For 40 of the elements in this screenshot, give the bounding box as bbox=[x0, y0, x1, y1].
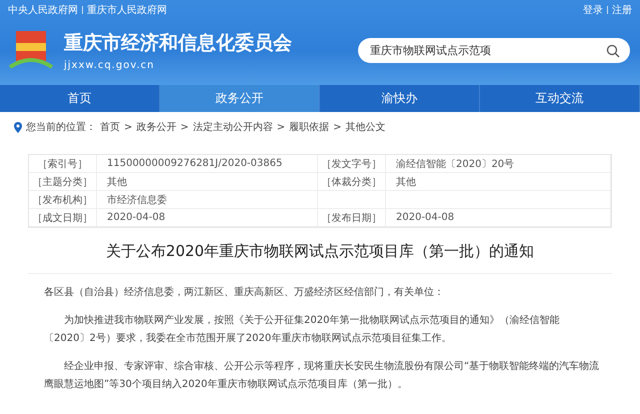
field-value: 渝经信智能〔2020〕20号 bbox=[386, 155, 611, 173]
nav-tab[interactable]: 政务公开 bbox=[160, 85, 320, 112]
article-title: 关于公布2020年重庆市物联网试点示范项目库（第一批）的通知 bbox=[28, 242, 612, 274]
breadcrumb-link[interactable]: 政务公开 bbox=[136, 120, 176, 134]
search-field[interactable]: 重庆市物联网试点示范项 bbox=[358, 38, 630, 62]
field-value: 2020-04-08 bbox=[386, 209, 611, 227]
breadcrumb-link[interactable]: 首页 bbox=[100, 120, 120, 134]
field-label: ［发文字号］ bbox=[318, 155, 386, 173]
field-value: 其他 bbox=[97, 173, 318, 191]
breadcrumb-separator: > bbox=[333, 122, 342, 132]
location-pin-icon bbox=[14, 122, 22, 132]
breadcrumb-link[interactable]: 履职依据 bbox=[289, 120, 330, 134]
article-paragraph: 经企业申报、专家评审、综合审核、公开公示等程序，现将重庆长安民生物流股份有限公司“基于物联智能终端的汽车物流鹰眼慧运地图”等30个项目纳入2020年重庆市物联网试点示范项目库（第一批）。 bbox=[44, 360, 600, 392]
nav-tab[interactable]: 互动交流 bbox=[480, 85, 640, 112]
site-domain: jjxxw.cq.gov.cn bbox=[64, 60, 156, 70]
breadcrumb-separator: > bbox=[124, 122, 132, 132]
breadcrumb-label: 您当前的位置： bbox=[26, 120, 96, 134]
nav-tab[interactable]: 渝快办 bbox=[320, 85, 480, 112]
article-paragraph: 各区县（自治县）经济信息委，两江新区、重庆高新区、万盛经济区经信部门，有关单位： bbox=[44, 286, 445, 300]
top-link[interactable]: 重庆市人民政府网 bbox=[87, 3, 167, 17]
article-paragraph: 为加快推进我市物联网产业发展，按照《关于公开征集2020年第一批物联网试点示范项目的通知》（渝经信智能〔2020〕2号）要求，我委在全市范围开展了2020年重庆市物联网试点示范项目征集工作。 bbox=[44, 314, 560, 346]
field-value: 11500000009276281J/2020-03865 bbox=[97, 155, 318, 173]
field-label: ［成文日期］ bbox=[29, 209, 97, 227]
search-icon[interactable] bbox=[606, 44, 620, 58]
site-name: 重庆市经济和信息化委员会 bbox=[64, 30, 292, 56]
account-link[interactable]: 注册 bbox=[612, 3, 632, 17]
field-label: ［主题分类］ bbox=[29, 173, 97, 191]
field-value: 其他 bbox=[386, 173, 611, 191]
breadcrumb-separator: > bbox=[180, 122, 189, 132]
field-label: ［发布机构］ bbox=[29, 191, 97, 209]
field-label: ［索引号］ bbox=[29, 155, 97, 173]
field-value: 2020-04-08 bbox=[97, 209, 318, 227]
breadcrumb-separator: > bbox=[276, 122, 286, 132]
top-link[interactable]: 中央人民政府网 bbox=[8, 3, 78, 17]
field-label: ［体裁分类］ bbox=[318, 173, 386, 191]
breadcrumb-link[interactable]: 法定主动公开内容 bbox=[192, 120, 273, 134]
breadcrumb-link[interactable]: 其他公文 bbox=[346, 120, 386, 134]
field-label: ［发布日期］ bbox=[318, 209, 386, 227]
field-value: 市经济信息委 bbox=[97, 191, 318, 209]
account-link[interactable]: 登录 bbox=[583, 3, 603, 17]
